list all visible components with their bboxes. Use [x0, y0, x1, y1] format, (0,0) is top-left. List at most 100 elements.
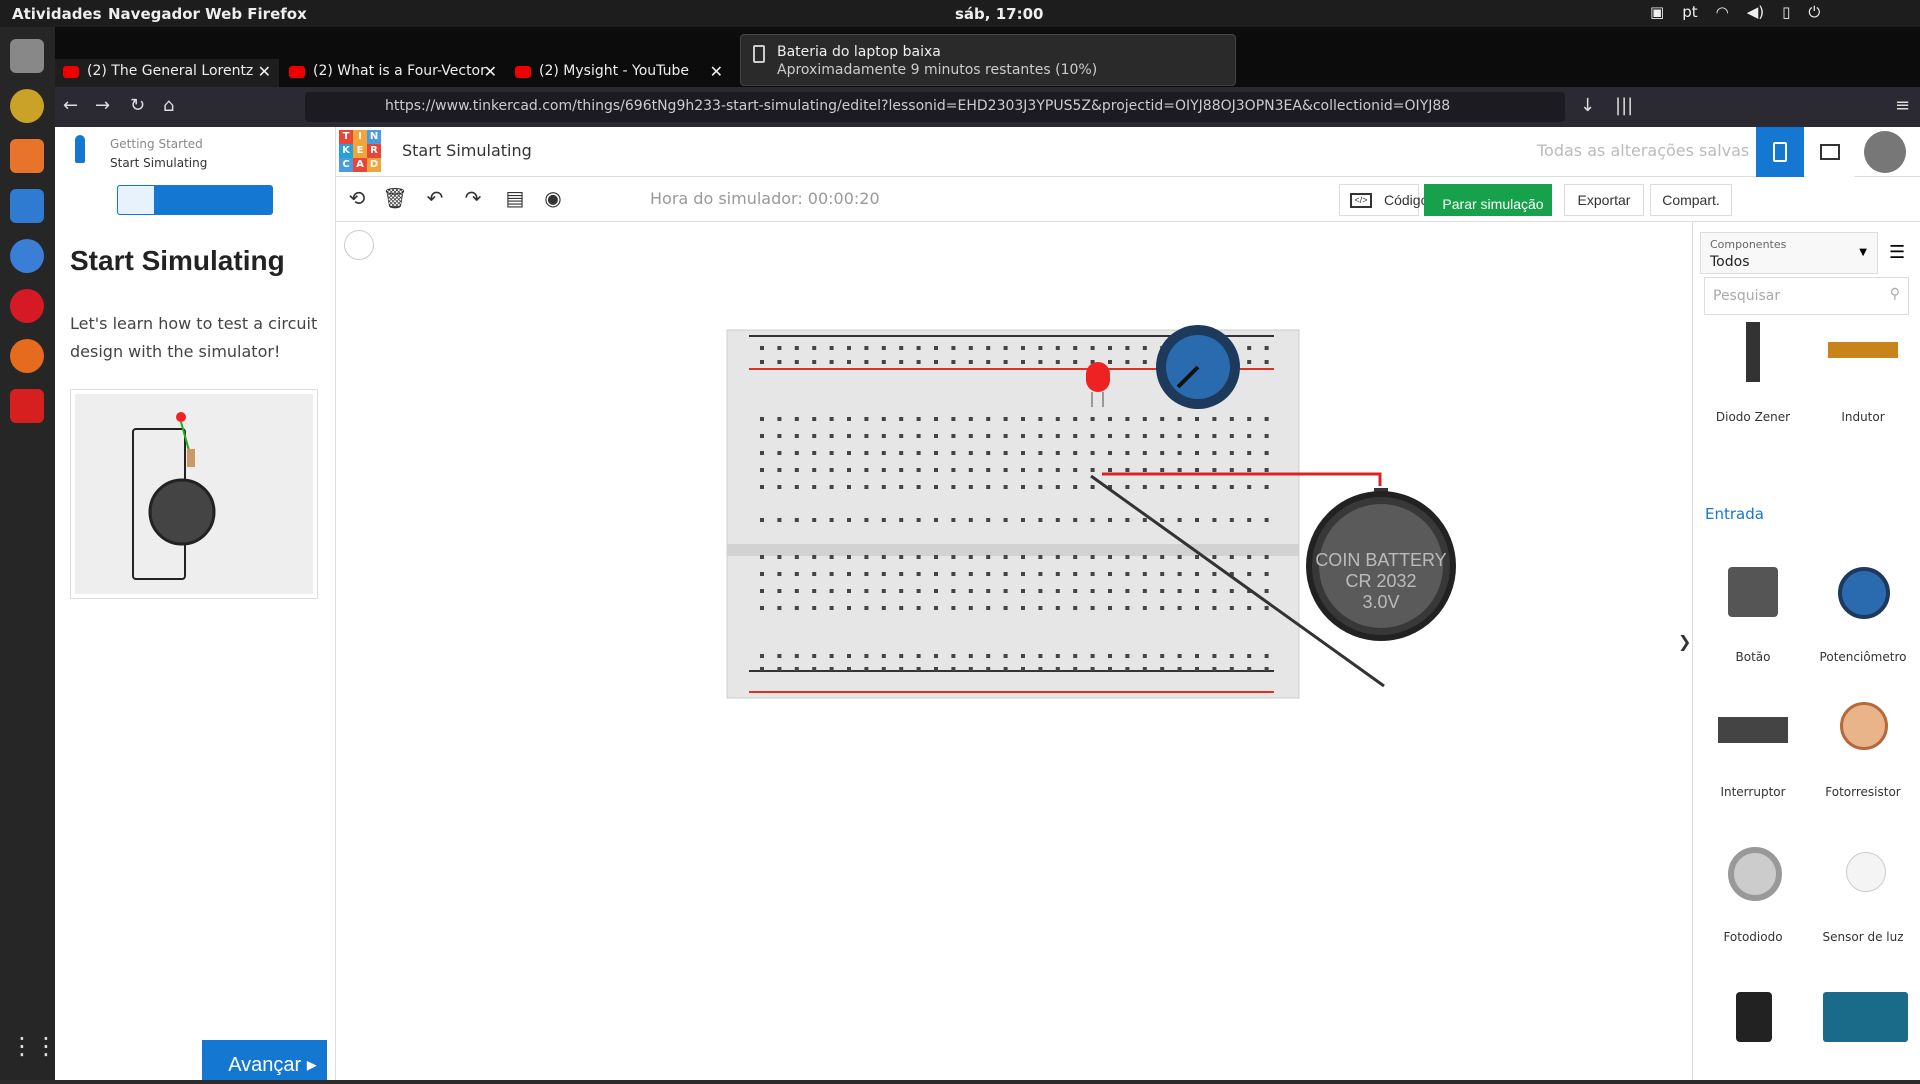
dock: ⋮⋮ — [0, 27, 58, 1080]
export-button[interactable]: Exportar — [1564, 184, 1644, 216]
circuit-view-button[interactable] — [1756, 127, 1804, 177]
power-icon[interactable]: ⏻ — [1808, 3, 1820, 21]
chevron-down-icon: ▼ — [1859, 247, 1867, 258]
potentiometer[interactable] — [1156, 325, 1240, 409]
reload-icon[interactable]: ↻ — [130, 95, 145, 116]
led-icon — [75, 135, 85, 163]
breadcrumb-current: Start Simulating — [110, 156, 208, 170]
component-photodiode[interactable]: Fotodiodo — [1698, 842, 1808, 944]
editor-toolbar: ⟲ 🗑 ↶ ↷ ▤ ◉ Hora do simulador: 00:00:20 … — [336, 177, 1920, 222]
breadboard-icon — [1773, 142, 1787, 162]
url-field[interactable]: https://www.tinkercad.com/things/696tNg9… — [305, 92, 1565, 122]
back-icon[interactable]: ← — [63, 95, 78, 116]
software-icon[interactable] — [10, 139, 44, 173]
section-entrada: Entrada — [1705, 505, 1764, 523]
simulator-timer: Hora do simulador: 00:00:20 — [650, 189, 880, 208]
lesson-body: Let's learn how to test a circuit design… — [70, 314, 318, 361]
schematic-view-button[interactable] — [1806, 127, 1854, 177]
share-button[interactable]: Compart. — [1650, 184, 1732, 216]
app-icon[interactable] — [10, 389, 44, 423]
show-apps-icon[interactable]: ⋮⋮ — [10, 1032, 58, 1066]
redo-icon[interactable]: ↷ — [460, 186, 486, 212]
component-ir-sensor[interactable] — [1698, 987, 1808, 1075]
search-input[interactable]: Pesquisar ⚲ — [1704, 277, 1909, 315]
component-switch[interactable]: Interruptor — [1698, 697, 1808, 799]
wifi-icon[interactable]: ◠ — [1716, 3, 1729, 21]
components-dropdown[interactable]: Componentes Todos ▼ — [1700, 232, 1878, 274]
rotate-icon[interactable]: ⟲ — [344, 186, 370, 212]
clock[interactable]: sáb, 17:00 — [955, 5, 1043, 23]
tab-four-vector[interactable]: (2) What is a Four-Vector ✕ — [281, 59, 505, 87]
page: Getting Started Start Simulating Start S… — [55, 127, 1920, 1080]
battery-icon[interactable]: ▯ — [1782, 3, 1790, 21]
lesson-panel: Getting Started Start Simulating Start S… — [55, 127, 336, 1080]
home-icon[interactable]: ⌂ — [163, 95, 174, 116]
close-icon[interactable]: ✕ — [258, 62, 271, 81]
battery-low-icon — [753, 45, 765, 63]
keyboard-language[interactable]: pt — [1682, 3, 1697, 21]
tab-mysight[interactable]: (2) Mysight - YouTube ✕ — [507, 59, 731, 87]
avatar[interactable] — [1864, 131, 1906, 173]
breadcrumb-parent[interactable]: Getting Started — [110, 137, 203, 151]
prev-step-button[interactable] — [117, 185, 155, 215]
rhythmbox-icon[interactable] — [10, 89, 44, 123]
close-icon[interactable]: ✕ — [484, 62, 497, 81]
firefox-icon[interactable] — [10, 339, 44, 373]
component-zener[interactable]: Diodo Zener — [1698, 322, 1808, 424]
component-light-sensor[interactable]: Sensor de luz — [1808, 842, 1918, 944]
step-navigator[interactable] — [117, 185, 273, 215]
coin-battery[interactable]: COIN BATTERY CR 2032 3.0V — [1306, 488, 1456, 641]
battery-notification[interactable]: Bateria do laptop baixa Aproximadamente … — [740, 34, 1236, 86]
component-button[interactable]: Botão — [1698, 562, 1808, 664]
system-top-bar: Atividades Navegador Web Firefox sáb, 17… — [0, 0, 1920, 27]
code-icon: </> — [1350, 193, 1372, 208]
notification-title: Bateria do laptop baixa — [777, 44, 941, 60]
forward-icon[interactable]: → — [95, 95, 110, 116]
volume-icon[interactable]: ◀) — [1747, 3, 1764, 21]
youtube-icon — [63, 66, 79, 78]
close-icon[interactable]: ✕ — [710, 62, 723, 81]
code-button[interactable]: </> Código — [1339, 184, 1428, 216]
files-icon[interactable] — [10, 39, 44, 73]
fit-view-icon[interactable] — [344, 230, 374, 260]
navigation-bar: ← → ↻ ⌂ https://www.tinkercad.com/things… — [55, 87, 1920, 127]
lesson-image — [70, 389, 318, 599]
screenshot-icon[interactable]: ▣ — [1650, 3, 1664, 21]
battery-label-2: CR 2032 — [1345, 571, 1416, 591]
next-button[interactable]: Avançar ▸ — [202, 1040, 327, 1080]
battery-label-3: 3.0V — [1362, 592, 1399, 612]
lesson-title: Start Simulating — [70, 245, 285, 276]
help-icon[interactable] — [10, 239, 44, 273]
component-photoresistor[interactable]: Fotorresistor — [1808, 697, 1918, 799]
circuit-canvas[interactable]: COIN BATTERY CR 2032 3.0V — [336, 222, 1692, 1080]
design-title[interactable]: Start Simulating — [402, 141, 532, 160]
visibility-icon[interactable]: ◉ — [540, 186, 566, 212]
notification-message: Aproximadamente 9 minutos restantes (10%… — [777, 62, 1098, 78]
editor-header: TIN KER CAD Start Simulating Todas as al… — [336, 127, 1920, 177]
writer-icon[interactable] — [10, 189, 44, 223]
stop-simulation-button[interactable]: Parar simulação — [1424, 184, 1552, 216]
component-inductor[interactable]: Indutor — [1808, 322, 1918, 424]
system-tray[interactable]: ▣ pt ◠ ◀) ▯ ⏻ — [1650, 3, 1820, 21]
components-panel: Componentes Todos ▼ ☰ Pesquisar ⚲ Diodo Z… — [1692, 222, 1920, 1080]
undo-icon[interactable]: ↶ — [422, 186, 448, 212]
component-ultrasonic[interactable] — [1808, 987, 1918, 1075]
battery-label-1: COIN BATTERY — [1315, 550, 1446, 570]
notes-icon[interactable]: ▤ — [502, 186, 528, 212]
youtube-icon — [515, 66, 531, 78]
download-icon[interactable]: ↓ — [1580, 95, 1595, 116]
list-view-icon[interactable]: ☰ — [1889, 242, 1905, 263]
app-menu[interactable]: Navegador Web Firefox — [108, 5, 307, 23]
youtube-icon — [289, 66, 305, 78]
delete-icon[interactable]: 🗑 — [382, 186, 408, 212]
panel-toggle[interactable]: ❯ — [1678, 632, 1692, 672]
tinkercad-logo[interactable]: TIN KER CAD — [339, 130, 381, 172]
library-icon[interactable]: ||| — [1615, 95, 1633, 116]
menu-icon[interactable]: ≡ — [1895, 95, 1910, 116]
opera-icon[interactable] — [10, 289, 44, 323]
search-icon: ⚲ — [1889, 286, 1900, 302]
save-status: Todas as alterações salvas — [1537, 141, 1750, 160]
component-potentiometer[interactable]: Potenciômetro — [1808, 562, 1918, 664]
tab-lorentz[interactable]: (2) The General Lorentz ✕ — [55, 59, 279, 87]
activities-button[interactable]: Atividades — [12, 5, 102, 23]
